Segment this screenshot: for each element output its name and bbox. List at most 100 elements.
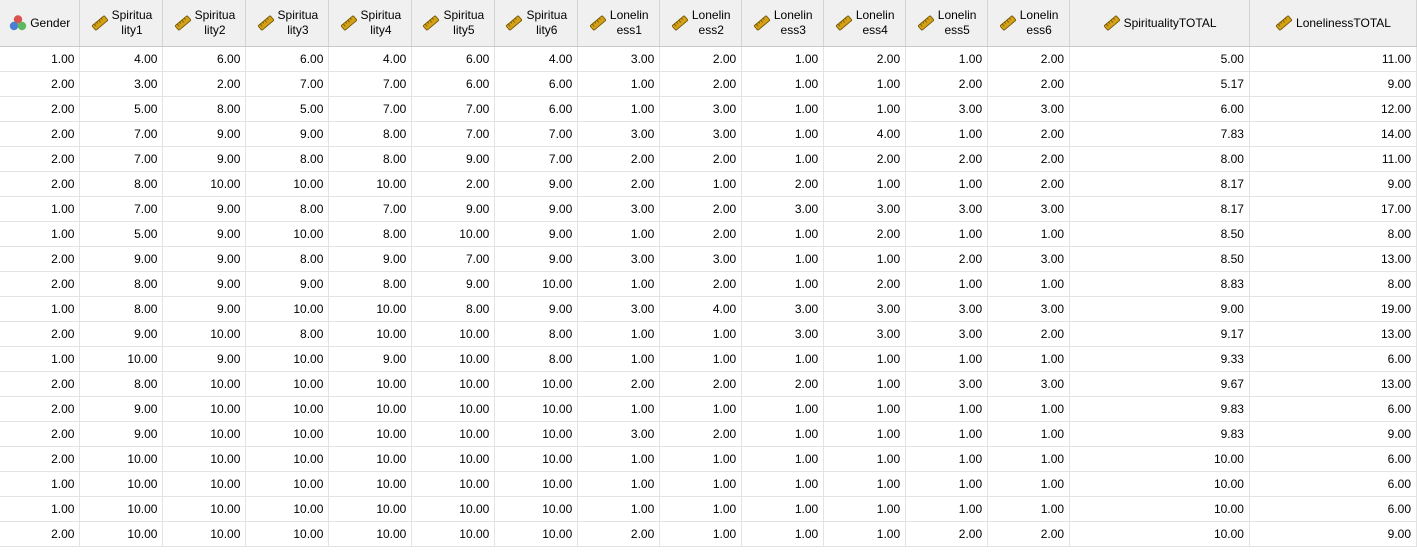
data-cell[interactable]: 2.00 bbox=[577, 521, 661, 547]
data-cell[interactable]: 9.00 bbox=[1069, 296, 1250, 322]
data-cell[interactable]: 9.00 bbox=[411, 196, 496, 222]
data-cell[interactable]: 10.00 bbox=[162, 321, 247, 347]
data-cell[interactable]: 2.00 bbox=[0, 121, 81, 147]
data-cell[interactable]: 9.00 bbox=[328, 346, 413, 372]
data-cell[interactable]: 1.00 bbox=[577, 496, 661, 522]
data-cell[interactable]: 2.00 bbox=[659, 71, 743, 97]
data-cell[interactable]: 10.00 bbox=[1069, 471, 1250, 497]
data-cell[interactable]: 6.00 bbox=[1249, 446, 1417, 472]
data-cell[interactable]: 10.00 bbox=[162, 521, 247, 547]
data-cell[interactable]: 1.00 bbox=[987, 221, 1071, 247]
data-cell[interactable]: 1.00 bbox=[741, 346, 825, 372]
data-cell[interactable]: 8.00 bbox=[1249, 271, 1417, 297]
data-cell[interactable]: 2.00 bbox=[0, 521, 81, 547]
column-header[interactable]: Lonelin ess1 bbox=[577, 0, 661, 47]
data-cell[interactable]: 1.00 bbox=[741, 46, 825, 72]
data-cell[interactable]: 3.00 bbox=[577, 421, 661, 447]
data-cell[interactable]: 7.00 bbox=[411, 246, 496, 272]
data-cell[interactable]: 2.00 bbox=[987, 71, 1071, 97]
data-cell[interactable]: 8.00 bbox=[79, 171, 164, 197]
data-cell[interactable]: 2.00 bbox=[905, 146, 989, 172]
data-cell[interactable]: 10.00 bbox=[162, 396, 247, 422]
data-cell[interactable]: 3.00 bbox=[741, 296, 825, 322]
data-cell[interactable]: 2.00 bbox=[411, 171, 496, 197]
data-cell[interactable]: 10.00 bbox=[328, 171, 413, 197]
data-cell[interactable]: 2.00 bbox=[987, 171, 1071, 197]
data-cell[interactable]: 4.00 bbox=[823, 121, 907, 147]
data-cell[interactable]: 2.00 bbox=[987, 146, 1071, 172]
data-cell[interactable]: 1.00 bbox=[0, 221, 81, 247]
data-cell[interactable]: 2.00 bbox=[741, 371, 825, 397]
data-cell[interactable]: 10.00 bbox=[245, 421, 330, 447]
data-cell[interactable]: 10.00 bbox=[328, 321, 413, 347]
data-cell[interactable]: 14.00 bbox=[1249, 121, 1417, 147]
data-cell[interactable]: 1.00 bbox=[0, 196, 81, 222]
data-cell[interactable]: 11.00 bbox=[1249, 46, 1417, 72]
data-cell[interactable]: 1.00 bbox=[905, 271, 989, 297]
data-cell[interactable]: 10.00 bbox=[494, 521, 579, 547]
data-cell[interactable]: 7.00 bbox=[328, 71, 413, 97]
data-cell[interactable]: 7.00 bbox=[411, 96, 496, 122]
data-cell[interactable]: 3.00 bbox=[577, 121, 661, 147]
data-cell[interactable]: 8.00 bbox=[79, 271, 164, 297]
data-cell[interactable]: 17.00 bbox=[1249, 196, 1417, 222]
data-cell[interactable]: 3.00 bbox=[905, 296, 989, 322]
data-cell[interactable]: 8.00 bbox=[79, 296, 164, 322]
data-cell[interactable]: 9.00 bbox=[79, 246, 164, 272]
data-cell[interactable]: 9.67 bbox=[1069, 371, 1250, 397]
data-cell[interactable]: 10.00 bbox=[328, 371, 413, 397]
data-cell[interactable]: 8.00 bbox=[245, 146, 330, 172]
data-cell[interactable]: 5.00 bbox=[1069, 46, 1250, 72]
data-cell[interactable]: 2.00 bbox=[987, 121, 1071, 147]
data-cell[interactable]: 3.00 bbox=[577, 296, 661, 322]
data-cell[interactable]: 9.00 bbox=[162, 246, 247, 272]
data-cell[interactable]: 9.00 bbox=[1249, 421, 1417, 447]
data-cell[interactable]: 9.00 bbox=[162, 221, 247, 247]
data-cell[interactable]: 5.17 bbox=[1069, 71, 1250, 97]
data-cell[interactable]: 9.00 bbox=[162, 346, 247, 372]
data-cell[interactable]: 4.00 bbox=[659, 296, 743, 322]
data-cell[interactable]: 10.00 bbox=[245, 371, 330, 397]
data-cell[interactable]: 10.00 bbox=[245, 221, 330, 247]
data-cell[interactable]: 6.00 bbox=[1069, 96, 1250, 122]
data-cell[interactable]: 2.00 bbox=[0, 96, 81, 122]
data-cell[interactable]: 8.00 bbox=[1249, 221, 1417, 247]
data-cell[interactable]: 1.00 bbox=[987, 421, 1071, 447]
data-cell[interactable]: 1.00 bbox=[905, 446, 989, 472]
data-cell[interactable]: 2.00 bbox=[0, 246, 81, 272]
data-cell[interactable]: 3.00 bbox=[659, 121, 743, 147]
data-cell[interactable]: 6.00 bbox=[494, 96, 579, 122]
data-cell[interactable]: 1.00 bbox=[823, 246, 907, 272]
data-cell[interactable]: 2.00 bbox=[0, 271, 81, 297]
data-cell[interactable]: 2.00 bbox=[162, 71, 247, 97]
data-cell[interactable]: 8.00 bbox=[245, 196, 330, 222]
data-cell[interactable]: 3.00 bbox=[741, 321, 825, 347]
data-cell[interactable]: 2.00 bbox=[659, 196, 743, 222]
data-cell[interactable]: 10.00 bbox=[328, 396, 413, 422]
data-cell[interactable]: 1.00 bbox=[905, 471, 989, 497]
data-cell[interactable]: 2.00 bbox=[0, 321, 81, 347]
data-cell[interactable]: 3.00 bbox=[79, 71, 164, 97]
data-cell[interactable]: 8.50 bbox=[1069, 221, 1250, 247]
data-cell[interactable]: 1.00 bbox=[987, 346, 1071, 372]
data-cell[interactable]: 13.00 bbox=[1249, 321, 1417, 347]
data-cell[interactable]: 10.00 bbox=[162, 446, 247, 472]
data-cell[interactable]: 8.00 bbox=[328, 121, 413, 147]
data-cell[interactable]: 9.00 bbox=[162, 146, 247, 172]
data-cell[interactable]: 1.00 bbox=[577, 446, 661, 472]
data-cell[interactable]: 3.00 bbox=[659, 246, 743, 272]
data-cell[interactable]: 8.83 bbox=[1069, 271, 1250, 297]
data-cell[interactable]: 1.00 bbox=[577, 346, 661, 372]
data-cell[interactable]: 3.00 bbox=[823, 196, 907, 222]
data-cell[interactable]: 7.00 bbox=[494, 146, 579, 172]
data-cell[interactable]: 10.00 bbox=[245, 396, 330, 422]
data-cell[interactable]: 9.00 bbox=[245, 271, 330, 297]
data-cell[interactable]: 2.00 bbox=[577, 146, 661, 172]
data-cell[interactable]: 9.00 bbox=[1249, 171, 1417, 197]
data-cell[interactable]: 1.00 bbox=[659, 171, 743, 197]
data-cell[interactable]: 3.00 bbox=[741, 196, 825, 222]
data-cell[interactable]: 8.00 bbox=[245, 321, 330, 347]
data-cell[interactable]: 2.00 bbox=[659, 421, 743, 447]
data-cell[interactable]: 9.00 bbox=[411, 146, 496, 172]
data-cell[interactable]: 2.00 bbox=[577, 371, 661, 397]
